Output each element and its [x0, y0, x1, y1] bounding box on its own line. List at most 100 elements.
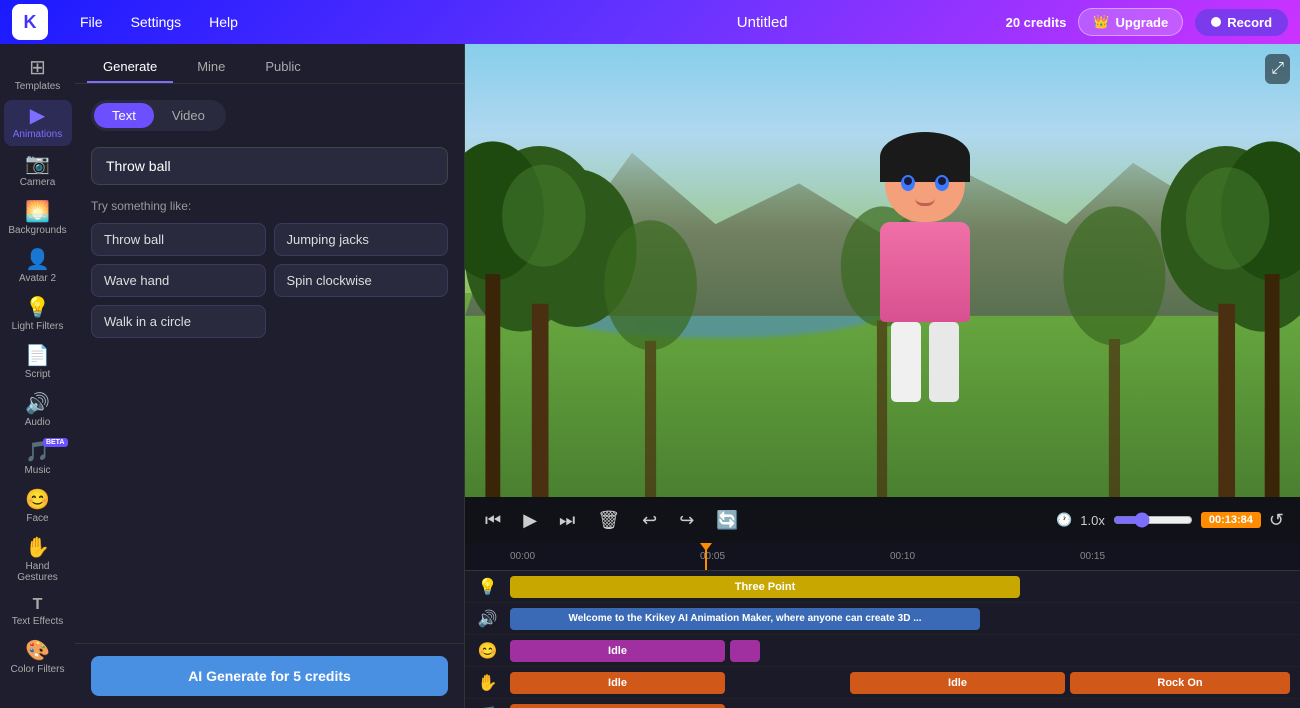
- colorfilters-icon: 🎨: [25, 641, 50, 661]
- track-audio-icon: 🔊: [465, 609, 510, 629]
- delete-button[interactable]: 🗑: [593, 506, 624, 535]
- clip-hands-rockon[interactable]: Rock On: [1070, 672, 1290, 694]
- avatar-body: [880, 222, 970, 322]
- sidebar-item-animations[interactable]: ▶ Animations: [4, 100, 72, 146]
- clip-three-point[interactable]: Three Point: [510, 576, 1020, 598]
- toggle-video-btn[interactable]: Video: [154, 103, 223, 128]
- playhead[interactable]: [705, 543, 707, 570]
- sidebar-label-face: Face: [26, 513, 48, 524]
- suggestion-throw-ball[interactable]: Throw ball: [91, 223, 266, 256]
- timeline-ruler: 00:00 00:05 00:10 00:15: [465, 543, 1300, 571]
- record-button[interactable]: Record: [1195, 9, 1288, 36]
- credits-display[interactable]: 20 credits: [1006, 15, 1067, 30]
- speed-value: 1.0x: [1080, 513, 1105, 528]
- nav-menu: File Settings Help: [80, 14, 519, 30]
- sidebar-label-colorfilters: Color Filters: [11, 664, 65, 675]
- record-icon: [1211, 17, 1221, 27]
- clip-face-idle2[interactable]: [730, 640, 760, 662]
- sidebar-item-backgrounds[interactable]: 🌅 Backgrounds: [4, 196, 72, 242]
- tab-generate[interactable]: Generate: [87, 52, 173, 83]
- speed-slider[interactable]: [1113, 512, 1193, 528]
- reset-button[interactable]: ↺: [1269, 510, 1284, 531]
- sidebar-item-lightfilters[interactable]: 💡 Light Filters: [4, 292, 72, 338]
- play-button[interactable]: ▶: [519, 506, 541, 535]
- avatar-hair: [880, 132, 970, 182]
- animation-search-input[interactable]: [91, 147, 448, 185]
- search-wrap: [91, 147, 448, 185]
- audio-icon: 🔊: [25, 394, 50, 414]
- timeline: 00:00 00:05 00:10 00:15 💡 Three Point: [465, 543, 1300, 708]
- sidebar-item-texteffects[interactable]: T Text Effects: [4, 591, 72, 633]
- sidebar-item-face[interactable]: 😊 Face: [4, 484, 72, 530]
- avatar-head: [885, 137, 965, 222]
- clip-hands-idle1[interactable]: Idle: [510, 672, 725, 694]
- nav-right: 20 credits 👑 Upgrade Record: [1006, 8, 1288, 36]
- suggestion-spin-clockwise[interactable]: Spin clockwise: [274, 264, 449, 297]
- track-music: 🎵 Idle: [465, 699, 1300, 708]
- main-content: ⊞ Templates ▶ Animations 📷 Camera 🌅 Back…: [0, 44, 1300, 708]
- clock-icon: 🕐: [1056, 512, 1072, 528]
- loop-button[interactable]: 🔄: [712, 506, 742, 535]
- ruler-marks: 00:00 00:05 00:10 00:15: [510, 551, 1300, 562]
- suggestion-walk-circle[interactable]: Walk in a circle: [91, 305, 266, 338]
- track-light-icon: 💡: [465, 577, 510, 597]
- track-face-icon: 😊: [465, 641, 510, 661]
- suggestion-wave-hand[interactable]: Wave hand: [91, 264, 266, 297]
- redo-button[interactable]: ↪: [675, 506, 698, 535]
- forward-button[interactable]: ⏭: [555, 506, 579, 535]
- ruler-mark-10: 00:10: [890, 551, 1080, 562]
- sidebar-item-handgestures[interactable]: ✋ Hand Gestures: [4, 532, 72, 589]
- clip-hands-idle2[interactable]: Idle: [850, 672, 1065, 694]
- animations-icon: ▶: [30, 106, 45, 126]
- clip-music-idle[interactable]: Idle: [510, 704, 725, 708]
- clip-audio-main[interactable]: Welcome to the Krikey AI Animation Maker…: [510, 608, 980, 630]
- track-audio-content: Welcome to the Krikey AI Animation Maker…: [510, 606, 1300, 632]
- tab-public[interactable]: Public: [249, 52, 316, 83]
- track-face-content: Idle: [510, 638, 1300, 664]
- nav-help[interactable]: Help: [209, 14, 238, 30]
- suggestions-label: Try something like:: [91, 199, 448, 213]
- sidebar-label-handgestures: Hand Gestures: [8, 561, 68, 583]
- track-light-content: Three Point: [510, 574, 1300, 600]
- sidebar-item-avatar2[interactable]: 👤 Avatar 2: [4, 244, 72, 290]
- project-title: Untitled: [543, 14, 982, 31]
- lightfilters-icon: 💡: [25, 298, 50, 318]
- suggestions-grid: Throw ball Jumping jacks Wave hand Spin …: [91, 223, 448, 338]
- sidebar-label-audio: Audio: [25, 417, 51, 428]
- ai-generate-button[interactable]: AI Generate for 5 credits: [91, 656, 448, 696]
- camera-icon: 📷: [25, 154, 50, 174]
- avatar-legs: [855, 322, 995, 402]
- track-hands-content: Idle Idle Rock On: [510, 670, 1300, 696]
- backgrounds-icon: 🌅: [25, 202, 50, 222]
- upgrade-button[interactable]: 👑 Upgrade: [1078, 8, 1183, 36]
- track-audio: 🔊 Welcome to the Krikey AI Animation Mak…: [465, 603, 1300, 635]
- nav-file[interactable]: File: [80, 14, 103, 30]
- sidebar-item-music[interactable]: BETA 🎵 Music: [4, 436, 72, 482]
- animations-panel: Generate Mine Public Text Video Try some…: [75, 44, 465, 708]
- left-sidebar: ⊞ Templates ▶ Animations 📷 Camera 🌅 Back…: [0, 44, 75, 708]
- app-logo: K: [12, 4, 48, 40]
- panel-tabs: Generate Mine Public: [75, 44, 464, 84]
- sidebar-item-colorfilters[interactable]: 🎨 Color Filters: [4, 635, 72, 681]
- sidebar-label-script: Script: [25, 369, 51, 380]
- expand-viewport-button[interactable]: ⤢: [1265, 54, 1290, 84]
- sidebar-item-script[interactable]: 📄 Script: [4, 340, 72, 386]
- panel-footer: AI Generate for 5 credits: [75, 643, 464, 708]
- expand-icon: ⤢: [1271, 60, 1284, 77]
- track-light: 💡 Three Point: [465, 571, 1300, 603]
- toggle-text-btn[interactable]: Text: [94, 103, 154, 128]
- crown-icon: 👑: [1093, 14, 1109, 30]
- sidebar-item-audio[interactable]: 🔊 Audio: [4, 388, 72, 434]
- sidebar-item-templates[interactable]: ⊞ Templates: [4, 52, 72, 98]
- suggestion-jumping-jacks[interactable]: Jumping jacks: [274, 223, 449, 256]
- time-badge: 00:13:84: [1201, 512, 1261, 528]
- undo-button[interactable]: ↩: [638, 506, 661, 535]
- track-hands: ✋ Idle Idle Rock On: [465, 667, 1300, 699]
- nav-settings[interactable]: Settings: [131, 14, 182, 30]
- sidebar-item-camera[interactable]: 📷 Camera: [4, 148, 72, 194]
- templates-icon: ⊞: [29, 58, 46, 78]
- clip-face-idle[interactable]: Idle: [510, 640, 725, 662]
- tab-mine[interactable]: Mine: [181, 52, 241, 83]
- rewind-button[interactable]: ⏮: [481, 506, 505, 535]
- timeline-controls: ⏮ ▶ ⏭ 🗑 ↩ ↪ 🔄 🕐 1.0x 00:13:84 ↺: [465, 497, 1300, 543]
